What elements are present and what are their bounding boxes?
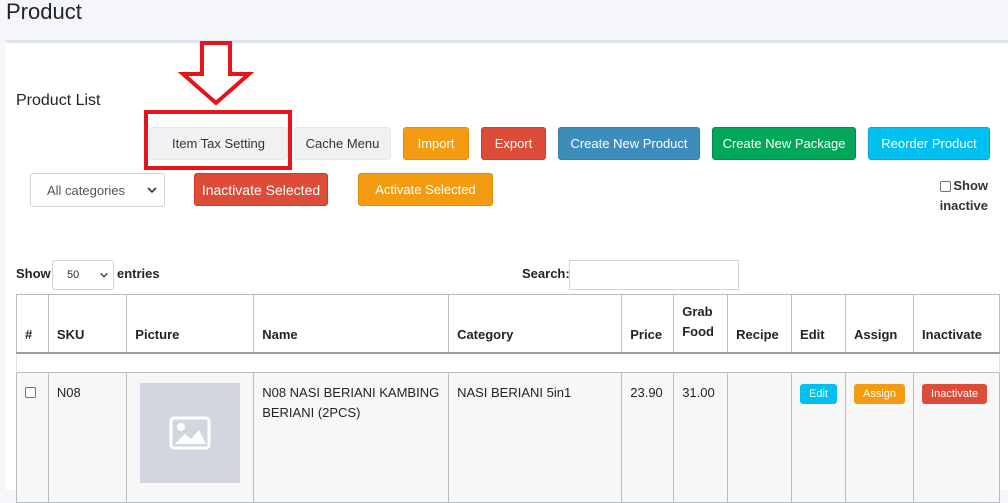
create-new-package-button[interactable]: Create New Package bbox=[712, 127, 856, 160]
header-recipe[interactable]: Recipe bbox=[727, 294, 793, 353]
header-grab-food-line1: Grab bbox=[682, 303, 713, 319]
create-new-product-button[interactable]: Create New Product bbox=[558, 127, 700, 160]
row-edit-cell: Edit bbox=[791, 372, 846, 503]
row-assign-cell: Assign bbox=[844, 372, 915, 503]
header-category[interactable]: Category bbox=[448, 294, 623, 353]
inactivate-selected-button[interactable]: Inactivate Selected bbox=[194, 173, 328, 206]
row-select-cell bbox=[16, 372, 49, 503]
show-inactive-checkbox[interactable] bbox=[940, 180, 952, 192]
cache-menu-button[interactable]: Cache Menu bbox=[294, 127, 391, 160]
export-button[interactable]: Export bbox=[481, 127, 546, 160]
header-grab-food[interactable]: Grab Food bbox=[673, 294, 729, 353]
header-assign[interactable]: Assign bbox=[844, 294, 915, 353]
row-recipe bbox=[727, 372, 793, 503]
product-table: # SKU Picture Name Category Price Grab F… bbox=[16, 294, 1000, 503]
header-grab-food-line2: Food bbox=[682, 323, 714, 339]
row-sku: N08 bbox=[47, 372, 128, 503]
table-header-row: # SKU Picture Name Category Price Grab F… bbox=[16, 294, 1000, 353]
chevron-down-icon bbox=[100, 272, 108, 278]
page-title: Product bbox=[6, 0, 82, 24]
search-label: Search: bbox=[522, 266, 570, 281]
row-category: NASI BERIANI 5in1 bbox=[448, 372, 623, 503]
show-inactive-label-1: Show bbox=[953, 178, 988, 193]
image-placeholder-icon bbox=[140, 383, 241, 483]
inactivate-button[interactable]: Inactivate bbox=[922, 384, 988, 404]
row-inactivate-cell: Inactivate bbox=[913, 372, 1000, 503]
activate-selected-button[interactable]: Activate Selected bbox=[358, 173, 493, 206]
show-inactive-toggle[interactable]: Show inactive bbox=[928, 176, 988, 216]
header-price[interactable]: Price bbox=[621, 294, 675, 353]
reorder-product-button[interactable]: Reorder Product bbox=[868, 127, 990, 160]
show-label: Show bbox=[16, 266, 51, 281]
row-select-checkbox[interactable] bbox=[25, 387, 36, 398]
highlight-box bbox=[144, 110, 292, 170]
header-inactivate[interactable]: Inactivate bbox=[913, 294, 1000, 353]
header-num[interactable]: # bbox=[16, 294, 49, 353]
chevron-down-icon bbox=[147, 187, 157, 194]
header-name[interactable]: Name bbox=[253, 294, 450, 353]
entries-select[interactable]: 50 bbox=[52, 260, 114, 290]
row-grab-food: 31.00 bbox=[673, 372, 729, 503]
row-picture bbox=[126, 372, 255, 503]
edit-button[interactable]: Edit bbox=[800, 384, 837, 404]
header-edit[interactable]: Edit bbox=[791, 294, 846, 353]
header-picture[interactable]: Picture bbox=[126, 294, 255, 353]
category-select[interactable]: All categories bbox=[30, 173, 165, 207]
category-select-value: All categories bbox=[47, 182, 126, 198]
import-button[interactable]: Import bbox=[403, 127, 469, 160]
image-placeholder-glyph bbox=[169, 416, 211, 450]
show-inactive-label-2: inactive bbox=[939, 198, 988, 213]
entries-label: entries bbox=[117, 266, 160, 281]
entries-select-value: 50 bbox=[67, 269, 80, 281]
product-list-title: Product List bbox=[16, 92, 101, 109]
table-row: N08 N08 NASI BERIANI KAMBING BERIANI (2P… bbox=[16, 372, 1000, 503]
table-spacer-row bbox=[16, 352, 1000, 373]
row-name: N08 NASI BERIANI KAMBING BERIANI (2PCS) bbox=[253, 372, 450, 503]
row-price: 23.90 bbox=[621, 372, 675, 503]
down-arrow-icon bbox=[178, 41, 254, 106]
assign-button[interactable]: Assign bbox=[854, 384, 906, 404]
header-sku[interactable]: SKU bbox=[47, 294, 128, 353]
search-input[interactable] bbox=[569, 260, 739, 290]
